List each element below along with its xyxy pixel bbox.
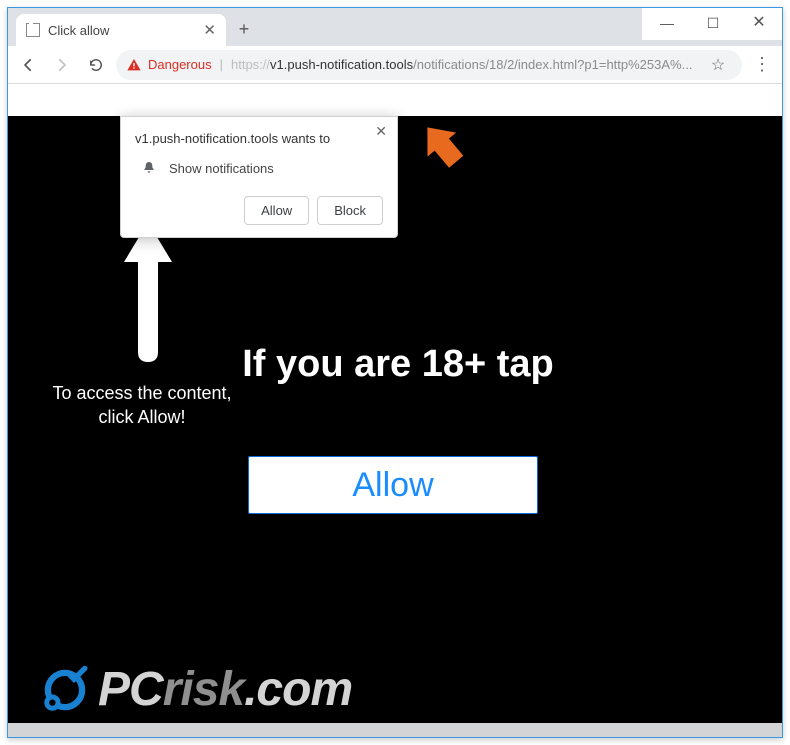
page-headline: If you are 18+ tap: [233, 341, 563, 389]
popup-allow-button[interactable]: Allow: [244, 196, 309, 225]
reload-button[interactable]: [82, 51, 110, 79]
window-close-button[interactable]: ✕: [736, 8, 782, 38]
browser-tab[interactable]: Click allow ✕: [16, 14, 226, 46]
security-indicator: Dangerous: [126, 57, 212, 73]
bookmark-star-icon[interactable]: ☆: [704, 55, 732, 75]
watermark: PCrisk.com: [38, 662, 352, 717]
address-bar[interactable]: Dangerous | https://v1.push-notification…: [116, 50, 742, 80]
omnibox-separator: |: [220, 57, 223, 72]
annotation-pointer-icon: [415, 118, 471, 174]
up-arrow-graphic: [118, 216, 178, 366]
back-button[interactable]: [14, 51, 42, 79]
window-titlebar: — ☐ ✕ Click allow ✕ +: [8, 8, 782, 40]
window-minimize-button[interactable]: —: [644, 8, 690, 38]
browser-menu-button[interactable]: ⋮: [748, 54, 776, 75]
tab-strip: Click allow ✕ +: [8, 8, 642, 46]
gif-progress-bar: [8, 723, 782, 737]
danger-label: Dangerous: [148, 57, 212, 72]
watermark-logo-icon: [38, 663, 92, 717]
page-allow-button[interactable]: Allow: [248, 456, 538, 514]
popup-message: Show notifications: [169, 161, 274, 176]
browser-window: — ☐ ✕ Click allow ✕ + Dangerous: [7, 7, 783, 738]
favicon-page-icon: [26, 23, 40, 37]
popup-origin-text: v1.push-notification.tools wants to: [135, 131, 383, 146]
page-content: ✕ v1.push-notification.tools wants to Sh…: [8, 116, 782, 737]
instruction-text: To access the content, click Allow!: [42, 381, 242, 430]
popup-close-button[interactable]: ✕: [375, 123, 387, 140]
browser-toolbar: Dangerous | https://v1.push-notification…: [8, 46, 782, 84]
notification-permission-popup: ✕ v1.push-notification.tools wants to Sh…: [120, 116, 398, 238]
window-maximize-button[interactable]: ☐: [690, 8, 736, 38]
warning-triangle-icon: [126, 57, 142, 73]
new-tab-button[interactable]: +: [234, 20, 254, 40]
watermark-text: PCrisk.com: [98, 662, 352, 717]
bell-icon: [141, 160, 157, 176]
forward-button[interactable]: [48, 51, 76, 79]
tab-title: Click allow: [48, 23, 109, 38]
tab-close-button[interactable]: ✕: [203, 21, 216, 39]
url-text: https://v1.push-notification.tools/notif…: [231, 57, 704, 72]
popup-block-button[interactable]: Block: [317, 196, 383, 225]
